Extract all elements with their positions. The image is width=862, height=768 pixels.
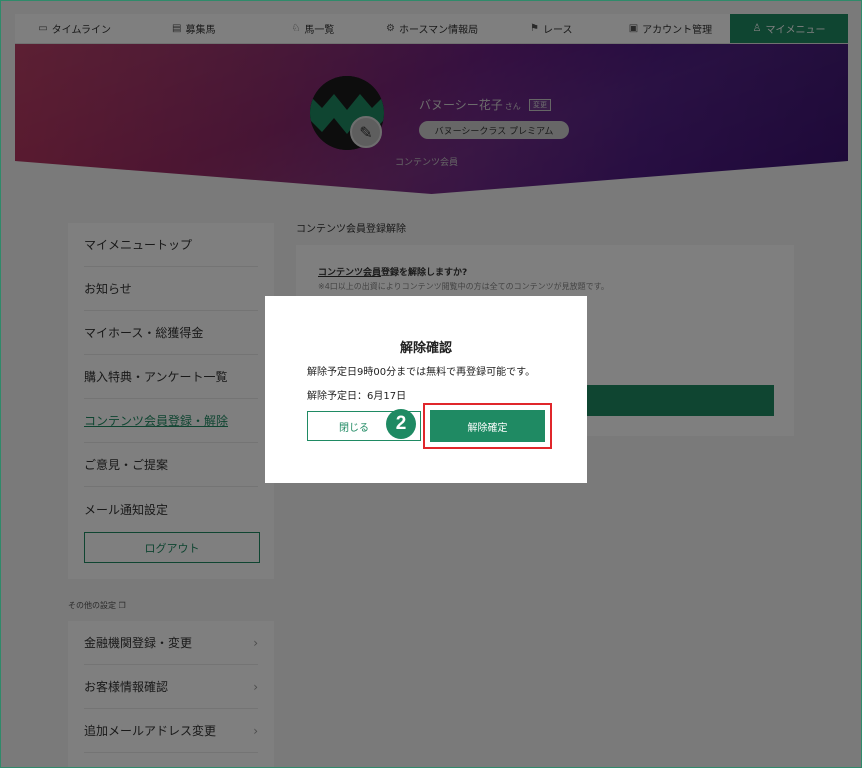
- dialog-title: 解除確認: [399, 341, 452, 356]
- dialog-message: 解除予定日9時00分までは無料で再登録可能です。: [307, 367, 536, 378]
- page-frame: ▭タイムライン ▤募集馬 ♘馬一覧 ⚙ホースマン情報局 ⚑レース ▣アカウント管…: [1, 1, 861, 767]
- dialog-cancel-date: 解除予定日：6月17日: [307, 391, 407, 402]
- confirm-cancel-button[interactable]: 解除確定: [430, 410, 545, 442]
- step-number-badge: 2: [386, 409, 416, 439]
- confirm-dialog: 解除確認 解除予定日9時00分までは無料で再登録可能です。 解除予定日：6月17…: [265, 296, 587, 483]
